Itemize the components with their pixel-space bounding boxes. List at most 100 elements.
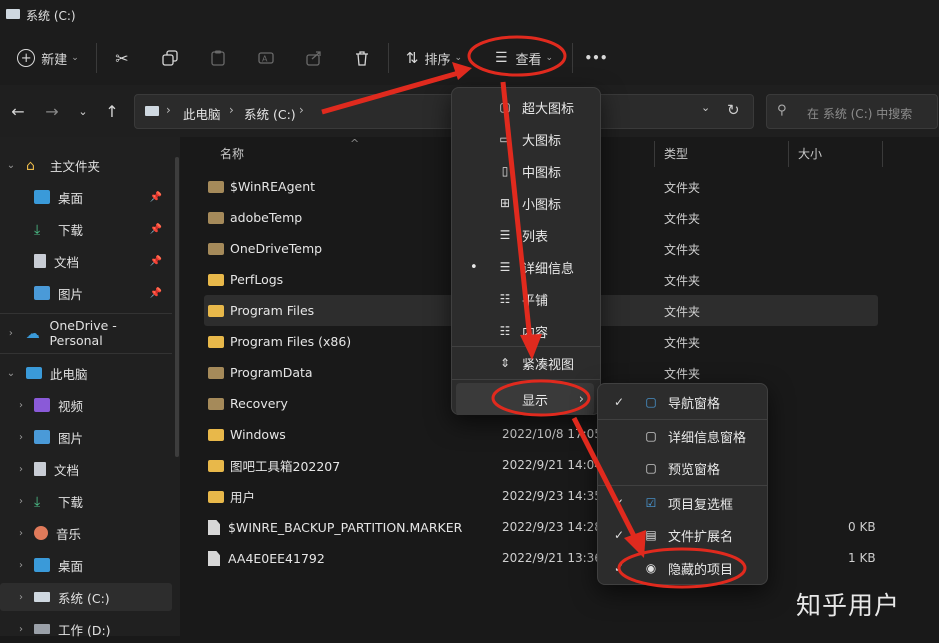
sidebar-item-pictures[interactable]: 图片 📌 [0, 279, 172, 307]
view-button[interactable]: ☰ 查看 ⌄ [484, 44, 564, 72]
video-icon [34, 398, 50, 412]
view-menu-item[interactable]: ⊞ 小图标 [456, 187, 594, 219]
view-menu-item[interactable]: ☷ 内容 [456, 315, 594, 347]
chevron-down-icon: ⌄ [78, 104, 88, 118]
rename-button[interactable]: A [252, 44, 280, 72]
toolbar: + 新建 ⌄ ✂ A ⇅ 排序 ⌄ ☰ 查看 ⌄ ••• [0, 30, 939, 86]
recent-button[interactable]: ⌄ [72, 97, 94, 125]
view-menu-item-label: 超大图标 [522, 101, 575, 117]
new-button[interactable]: + 新建 ⌄ [12, 44, 84, 72]
column-header-type[interactable]: 类型 [664, 145, 688, 162]
view-menu-item[interactable]: ▯ 中图标 [456, 155, 594, 187]
show-menu-item[interactable]: ✓ ☑ 项目复选框 [602, 487, 761, 519]
sidebar-item-desktop-pc[interactable]: › 桌面 [0, 551, 172, 579]
breadcrumb-drive-c[interactable]: 系统 (C:) [244, 104, 296, 123]
view-menu-item[interactable]: ▢ 超大图标 [456, 91, 594, 123]
content-icon: ☷ [499, 324, 511, 338]
breadcrumb-this-pc[interactable]: 此电脑 [183, 104, 221, 123]
checkbox-icon: ☑ [645, 496, 657, 510]
picture-icon [34, 430, 50, 444]
sidebar-item-documents-pc[interactable]: › 文档 [0, 455, 172, 483]
sidebar-item-drive-c[interactable]: › 系统 (C:) [0, 583, 172, 611]
sidebar-item-pictures-pc[interactable]: › 图片 [0, 423, 172, 451]
sidebar-item-documents[interactable]: 文档 📌 [0, 247, 172, 275]
copy-button[interactable] [156, 44, 184, 72]
view-menu-item[interactable]: ▭ 大图标 [456, 123, 594, 155]
sidebar-item-desktop[interactable]: 桌面 📌 [0, 183, 172, 211]
paste-button[interactable] [204, 44, 232, 72]
chevron-right-icon[interactable]: › [14, 400, 28, 411]
show-menu-item[interactable]: ✓ ◉ 隐藏的项目 [602, 552, 761, 584]
column-header-name[interactable]: 名称 [220, 145, 244, 162]
share-button[interactable] [300, 44, 328, 72]
chevron-down-icon: ⌄ [71, 53, 79, 63]
show-menu-item[interactable]: ▢ 详细信息窗格 [602, 420, 761, 452]
sort-button[interactable]: ⇅ 排序 ⌄ [398, 44, 470, 72]
view-menu-item[interactable]: ⇕ 紧凑视图 [456, 347, 594, 379]
pin-icon[interactable]: 📌 [150, 192, 162, 203]
sidebar-item-label: 图片 [58, 286, 84, 302]
search-box[interactable]: ⚲ 在 系统 (C:) 中搜索 [766, 94, 938, 129]
sidebar-item-videos[interactable]: › 视频 [0, 391, 172, 419]
more-button[interactable]: ••• [582, 44, 610, 72]
arrow-left-icon: ← [11, 101, 25, 121]
document-icon [34, 462, 46, 476]
chevron-right-icon[interactable]: › [14, 464, 28, 475]
sidebar-item-label: 图片 [58, 430, 84, 446]
file-name: Program Files [230, 303, 315, 318]
chevron-right-icon[interactable]: › [14, 528, 28, 539]
show-menu-item[interactable]: ▢ 预览窗格 [602, 452, 761, 484]
view-menu-item[interactable]: • ☰ 详细信息 [456, 251, 594, 283]
file-name: $WinREAgent [230, 179, 316, 194]
sidebar-item-this-pc[interactable]: ⌄ 此电脑 [0, 359, 172, 387]
sidebar-scrollbar[interactable] [175, 157, 179, 457]
file-name: Program Files (x86) [230, 334, 352, 349]
back-button[interactable]: ← [6, 97, 30, 125]
arrow-up-icon: ↑ [105, 101, 119, 121]
chevron-right-icon[interactable]: › [14, 624, 28, 635]
column-divider[interactable] [882, 141, 883, 167]
chevron-right-icon[interactable]: › [4, 328, 18, 339]
show-menu-item[interactable]: ✓ ▤ 文件扩展名 [602, 519, 761, 551]
view-menu-item[interactable]: ☷ 平铺 [456, 283, 594, 315]
folder-icon [208, 397, 224, 410]
pin-icon[interactable]: 📌 [150, 224, 162, 235]
chevron-right-icon[interactable]: › [14, 560, 28, 571]
chevron-right-icon[interactable]: › [14, 592, 28, 603]
column-header-size[interactable]: 大小 [798, 145, 822, 162]
cut-button[interactable]: ✂ [108, 44, 136, 72]
chevron-right-icon[interactable]: › [14, 432, 28, 443]
forward-button[interactable]: → [40, 97, 64, 125]
sidebar-item-downloads[interactable]: ⤓ 下载 📌 [0, 215, 172, 243]
address-bar[interactable]: › 此电脑 › 系统 (C:) › ⌄ ↻ [134, 94, 754, 129]
column-divider[interactable] [788, 141, 789, 167]
up-button[interactable]: ↑ [100, 97, 124, 125]
sidebar-item-drive-d[interactable]: › 工作 (D:) [0, 615, 172, 643]
refresh-icon[interactable]: ↻ [727, 101, 740, 119]
chevron-down-icon[interactable]: ⌄ [4, 368, 18, 379]
sidebar-item-downloads-pc[interactable]: › ⤓ 下载 [0, 487, 172, 515]
folder-icon [208, 459, 224, 472]
navigation-pane-icon: ▢ [645, 395, 657, 409]
plus-icon: + [17, 49, 36, 67]
show-menu-item[interactable]: ✓ ▢ 导航窗格 [602, 386, 761, 418]
chevron-right-icon: › [299, 103, 304, 117]
chevron-down-icon[interactable]: ⌄ [701, 101, 710, 114]
music-icon [34, 526, 48, 540]
drive-icon [6, 9, 20, 19]
sidebar-item-label: 视频 [58, 398, 84, 414]
view-menu-item[interactable]: ☰ 列表 [456, 219, 594, 251]
file-name: PerfLogs [230, 272, 284, 287]
sidebar-item-label: 音乐 [56, 526, 82, 542]
delete-button[interactable] [348, 44, 376, 72]
sidebar-item-home[interactable]: ⌄ ⌂ 主文件夹 [0, 151, 172, 179]
chevron-down-icon[interactable]: ⌄ [4, 160, 18, 171]
sidebar-item-onedrive[interactable]: › ☁ OneDrive - Personal [0, 318, 172, 348]
view-menu-item[interactable]: 显示 › [456, 383, 594, 415]
chevron-right-icon[interactable]: › [14, 496, 28, 507]
file-size: 0 KB [848, 520, 876, 534]
pin-icon[interactable]: 📌 [150, 288, 162, 299]
pin-icon[interactable]: 📌 [150, 256, 162, 267]
sidebar-item-music[interactable]: › 音乐 [0, 519, 172, 547]
column-divider[interactable] [654, 141, 655, 167]
